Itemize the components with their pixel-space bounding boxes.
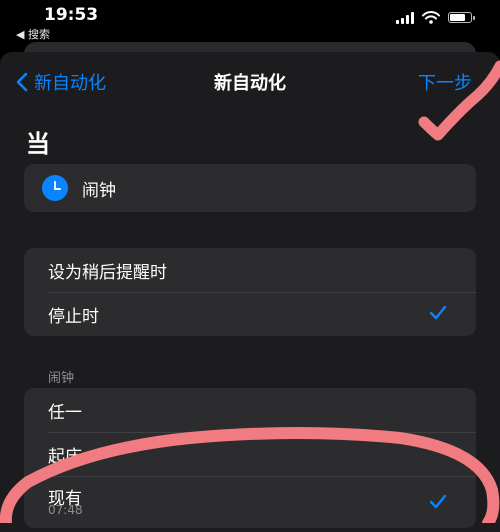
wifi-icon [422,11,440,24]
alarm-option-any[interactable]: 任一 [24,388,476,432]
alarm-group-label: 闹钟 [48,371,75,386]
checkmark-icon [429,494,447,509]
alarm-option-wake-up[interactable]: 起床 [24,432,476,476]
next-button[interactable]: 下一步 [418,69,472,95]
trigger-card[interactable]: 闹钟 [24,164,476,212]
checkmark-icon [429,305,447,320]
automation-sheet: 新自动化 新自动化 下一步 当 闹钟 设为稍后提醒时 停止时 闹钟 任一 起床 [0,52,500,532]
status-time: 19:53 [44,5,99,25]
option-label: 任一 [48,402,82,423]
back-to-app-link[interactable]: ◀ 搜索 [16,26,50,42]
trigger-label: 闹钟 [82,180,116,201]
status-icons [396,11,475,24]
option-label: 停止时 [48,306,99,327]
alarm-option-existing[interactable]: 现有 07:48 [24,476,476,528]
battery-icon [448,12,475,23]
option-stop[interactable]: 停止时 [24,292,476,336]
option-label: 起床 [48,446,82,467]
signal-icon [396,11,414,24]
alarm-time: 07:48 [48,503,83,517]
navigation-bar: 新自动化 新自动化 下一步 [0,52,500,110]
status-bar: 19:53 ◀ 搜索 [0,0,500,44]
when-heading: 当 [26,130,50,158]
alarm-options-card: 任一 起床 现有 07:48 [24,388,476,528]
event-options-card: 设为稍后提醒时 停止时 [24,248,476,336]
alarm-clock-icon [42,175,68,201]
trigger-row[interactable]: 闹钟 [24,164,476,212]
option-snooze[interactable]: 设为稍后提醒时 [24,248,476,292]
option-label: 设为稍后提醒时 [48,262,167,283]
